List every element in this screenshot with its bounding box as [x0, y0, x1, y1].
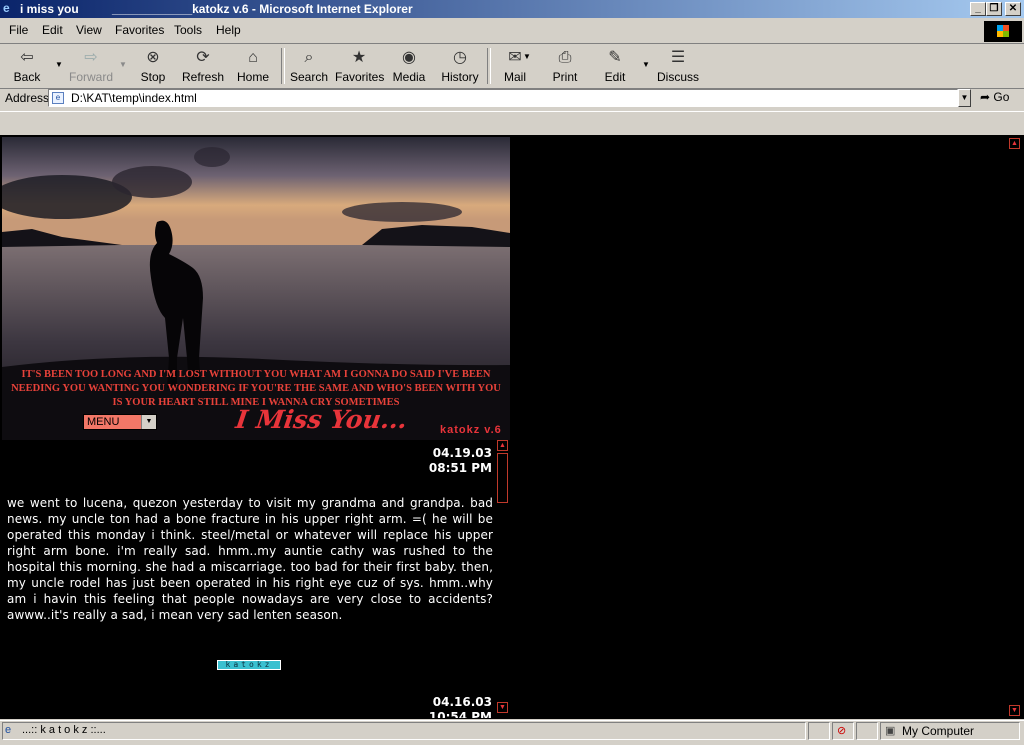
- menu-tools[interactable]: Tools: [174, 23, 202, 37]
- links-bar: [0, 111, 1024, 137]
- refresh-button[interactable]: ⟳ Refresh: [180, 46, 226, 86]
- site-brand: katokz v.6: [440, 424, 502, 436]
- post-time: 10:54 PM: [428, 710, 492, 718]
- menu-select-value: MENU: [87, 416, 120, 428]
- history-button[interactable]: ◷ History: [438, 46, 482, 86]
- stop-icon: ⊗: [146, 49, 160, 66]
- menu-file[interactable]: File: [9, 23, 28, 37]
- banner-lyrics: It's been too long and I'm lost without …: [11, 369, 501, 408]
- history-clock-icon: ◷: [453, 49, 467, 66]
- mail-label: Mail: [503, 70, 526, 84]
- zone-label: My Computer: [902, 724, 975, 738]
- home-label: Home: [236, 70, 269, 84]
- search-button[interactable]: ⌕ Search: [289, 46, 329, 86]
- inner-scrollbar-thumb[interactable]: [497, 453, 508, 503]
- printer-icon: ⎙: [558, 49, 572, 66]
- toolbar-separator: [487, 48, 491, 84]
- mail-dropdown-icon[interactable]: ▼: [523, 52, 531, 61]
- page-icon: e: [52, 92, 64, 104]
- back-button[interactable]: ⇦ Back: [6, 46, 48, 86]
- search-label: Search: [289, 70, 329, 84]
- discuss-label: Discuss: [656, 70, 699, 84]
- edit-button[interactable]: ✎ Edit: [597, 46, 633, 86]
- post-body: we went to lucena, quezon yesterday to v…: [7, 496, 493, 622]
- media-button[interactable]: ◉ Media: [390, 46, 428, 86]
- print-button[interactable]: ⎙ Print: [547, 46, 583, 86]
- address-value: D:\KAT\temp\index.html: [71, 91, 197, 105]
- inner-scroll-up-button[interactable]: ▲: [497, 440, 508, 451]
- edit-icon: ✎: [608, 49, 622, 66]
- menu-view[interactable]: View: [76, 23, 102, 37]
- minimize-button[interactable]: _: [970, 2, 986, 16]
- edit-dropdown-icon[interactable]: ▼: [642, 60, 650, 69]
- menu-favorites[interactable]: Favorites: [115, 23, 164, 37]
- stop-label: Stop: [140, 70, 166, 84]
- page-scrollbar-track[interactable]: [1009, 137, 1020, 717]
- forward-label: Forward: [68, 70, 113, 84]
- window-title: i miss you ____________katokz v.6 - Micr…: [20, 2, 413, 16]
- post-date: 04.19.03: [432, 446, 492, 460]
- menu-edit[interactable]: Edit: [42, 23, 63, 37]
- discuss-button[interactable]: ☰ Discuss: [654, 46, 702, 86]
- favorites-star-icon: ★: [351, 49, 367, 66]
- forward-dropdown-icon[interactable]: ▼: [119, 60, 127, 69]
- status-panel: [808, 722, 830, 740]
- status-page-icon: e: [5, 724, 12, 736]
- refresh-icon: ⟳: [196, 49, 210, 66]
- inner-scroll-down-button[interactable]: ▼: [497, 702, 508, 713]
- windows-logo-icon: [984, 21, 1022, 42]
- menu-help[interactable]: Help: [216, 23, 241, 37]
- home-icon: ⌂: [248, 49, 258, 66]
- address-dropdown-button[interactable]: ▼: [958, 89, 971, 107]
- status-text: ...:: k a t o k z ::...: [22, 724, 106, 736]
- title-bar: e i miss you ____________katokz v.6 - Mi…: [0, 0, 1024, 18]
- status-panel: ⊘: [832, 722, 854, 740]
- favorites-button[interactable]: ★ Favorites: [335, 46, 385, 86]
- favorites-label: Favorites: [335, 70, 385, 84]
- back-dropdown-icon[interactable]: ▼: [55, 60, 63, 69]
- forward-button[interactable]: ⇨ Forward: [66, 46, 116, 86]
- page-scroll-down-button[interactable]: ▼: [1009, 705, 1020, 716]
- history-label: History: [441, 70, 479, 84]
- refresh-label: Refresh: [181, 70, 225, 84]
- back-arrow-icon: ⇦: [20, 49, 34, 66]
- search-icon: ⌕: [304, 49, 314, 66]
- menu-select[interactable]: MENU ▼: [83, 414, 157, 430]
- forward-arrow-icon: ⇨: [84, 49, 98, 66]
- ie-logo-icon: e: [3, 1, 10, 15]
- edit-label: Edit: [604, 70, 626, 84]
- menu-bar: File Edit View Favorites Tools Help: [0, 19, 1024, 44]
- print-label: Print: [552, 70, 578, 84]
- post-date: 04.16.03: [432, 695, 492, 709]
- restore-button[interactable]: ❐: [986, 2, 1002, 16]
- go-label: Go: [993, 90, 1010, 104]
- blocked-icon: ⊘: [837, 725, 847, 737]
- mail-icon: ✉: [508, 49, 522, 66]
- go-button[interactable]: ➦ Go: [980, 90, 1009, 104]
- status-panel: [856, 722, 878, 740]
- home-button[interactable]: ⌂ Home: [234, 46, 272, 86]
- discuss-icon: ☰: [670, 49, 686, 66]
- status-panel-main: [2, 722, 806, 740]
- post-time: 08:51 PM: [428, 461, 492, 475]
- stop-button[interactable]: ⊗ Stop: [134, 46, 172, 86]
- media-label: Media: [392, 70, 426, 84]
- toolbar-separator: [281, 48, 285, 84]
- media-icon: ◉: [402, 49, 416, 66]
- address-label: Address: [5, 91, 50, 105]
- post-signature: katokz: [217, 660, 281, 670]
- page-heading: I Miss You...: [233, 405, 410, 434]
- computer-icon: ▣: [885, 725, 896, 737]
- go-arrow-icon: ➦: [980, 90, 991, 104]
- chevron-down-icon: ▼: [141, 415, 156, 429]
- address-input[interactable]: e D:\KAT\temp\index.html: [48, 89, 958, 107]
- back-label: Back: [13, 70, 41, 84]
- close-button[interactable]: ✕: [1005, 2, 1021, 16]
